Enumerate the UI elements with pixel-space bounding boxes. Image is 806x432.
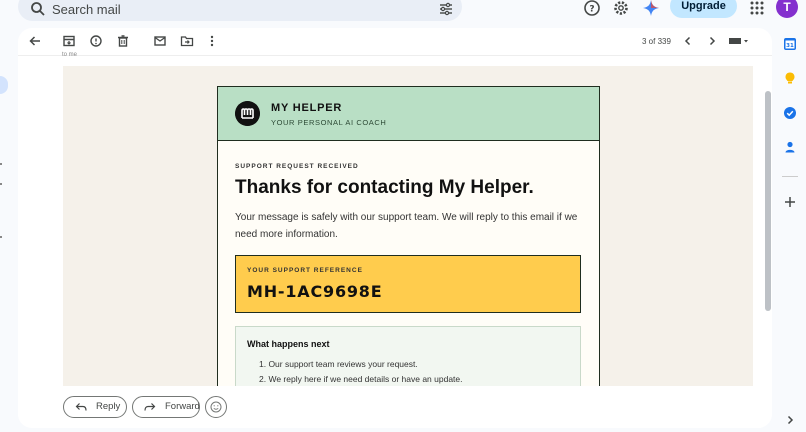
rail-divider xyxy=(782,176,798,177)
archive-icon[interactable] xyxy=(62,34,76,48)
reply-bar: Reply Forward xyxy=(18,386,772,428)
upgrade-button[interactable]: Upgrade xyxy=(670,0,737,18)
mark-unread-icon[interactable] xyxy=(153,34,167,48)
brand-tagline: YOUR PERSONAL AI COACH xyxy=(271,118,387,127)
expand-icon[interactable] xyxy=(783,413,797,427)
reference-box: YOUR SUPPORT REFERENCE MH-1AC9698E xyxy=(235,255,581,313)
prev-icon[interactable] xyxy=(681,34,695,48)
rail-dot xyxy=(0,183,2,185)
scrollbar[interactable] xyxy=(765,91,771,311)
next-icon[interactable] xyxy=(705,34,719,48)
next-steps-title: What happens next xyxy=(247,339,330,349)
gemini-icon[interactable] xyxy=(642,0,660,17)
forward-icon xyxy=(144,403,156,411)
rail-dot xyxy=(0,236,2,238)
search-input[interactable]: Search mail xyxy=(52,2,121,17)
search-icon[interactable] xyxy=(30,1,46,17)
email-eyebrow: SUPPORT REQUEST RECEIVED xyxy=(235,163,359,170)
apps-icon[interactable] xyxy=(748,0,766,17)
contacts-icon[interactable] xyxy=(783,140,797,154)
reply-icon xyxy=(75,403,87,411)
filter-icon[interactable] xyxy=(438,1,454,17)
list-item: 1. Our support team reviews your request… xyxy=(259,359,418,369)
compose-badge[interactable] xyxy=(0,76,8,94)
email-header: MY HELPER YOUR PERSONAL AI COACH xyxy=(218,87,599,141)
top-bar: Search mail ? Upgrade T xyxy=(0,0,806,24)
reply-label: Reply xyxy=(96,401,121,412)
svg-text:?: ? xyxy=(589,5,594,15)
reference-label: YOUR SUPPORT REFERENCE xyxy=(247,267,363,274)
emoji-icon xyxy=(210,401,222,413)
report-spam-icon[interactable] xyxy=(89,34,103,48)
reference-code[interactable]: MH-1AC9698E xyxy=(247,282,382,301)
back-icon[interactable] xyxy=(28,34,42,48)
message-view: 3 of 339 to me MY HELPER YOUR PERSONAL A… xyxy=(18,28,772,428)
add-icon[interactable] xyxy=(783,195,797,209)
more-icon[interactable] xyxy=(205,34,219,48)
keep-icon[interactable] xyxy=(783,71,797,85)
email-message: Your message is safely with our support … xyxy=(235,212,578,240)
tasks-icon[interactable] xyxy=(783,106,797,120)
sender-snippet: to me xyxy=(62,52,78,58)
brand-logo-icon xyxy=(235,101,260,126)
list-item: 2. We reply here if we need details or h… xyxy=(259,374,463,384)
help-icon[interactable]: ? xyxy=(583,0,601,17)
rail-dot xyxy=(0,163,2,165)
message-toolbar: 3 of 339 xyxy=(18,28,772,56)
email-title: Thanks for contacting My Helper. xyxy=(235,177,534,198)
svg-text:31: 31 xyxy=(786,43,794,49)
move-to-icon[interactable] xyxy=(180,34,194,48)
reply-button[interactable]: Reply xyxy=(63,396,127,418)
delete-icon[interactable] xyxy=(116,34,130,48)
forward-label: Forward xyxy=(165,401,200,412)
message-counter: 3 of 339 xyxy=(642,37,671,46)
avatar[interactable]: T xyxy=(776,0,798,18)
keyboard-icon[interactable] xyxy=(728,34,750,48)
settings-icon[interactable] xyxy=(612,0,630,17)
email-card: MY HELPER YOUR PERSONAL AI COACH SUPPORT… xyxy=(217,86,600,413)
calendar-icon[interactable]: 31 xyxy=(783,37,797,51)
emoji-button[interactable] xyxy=(205,396,227,418)
search-bar[interactable]: Search mail xyxy=(18,0,462,21)
forward-button[interactable]: Forward xyxy=(132,396,200,418)
email-body: MY HELPER YOUR PERSONAL AI COACH SUPPORT… xyxy=(63,66,753,413)
brand-name: MY HELPER xyxy=(271,102,343,114)
